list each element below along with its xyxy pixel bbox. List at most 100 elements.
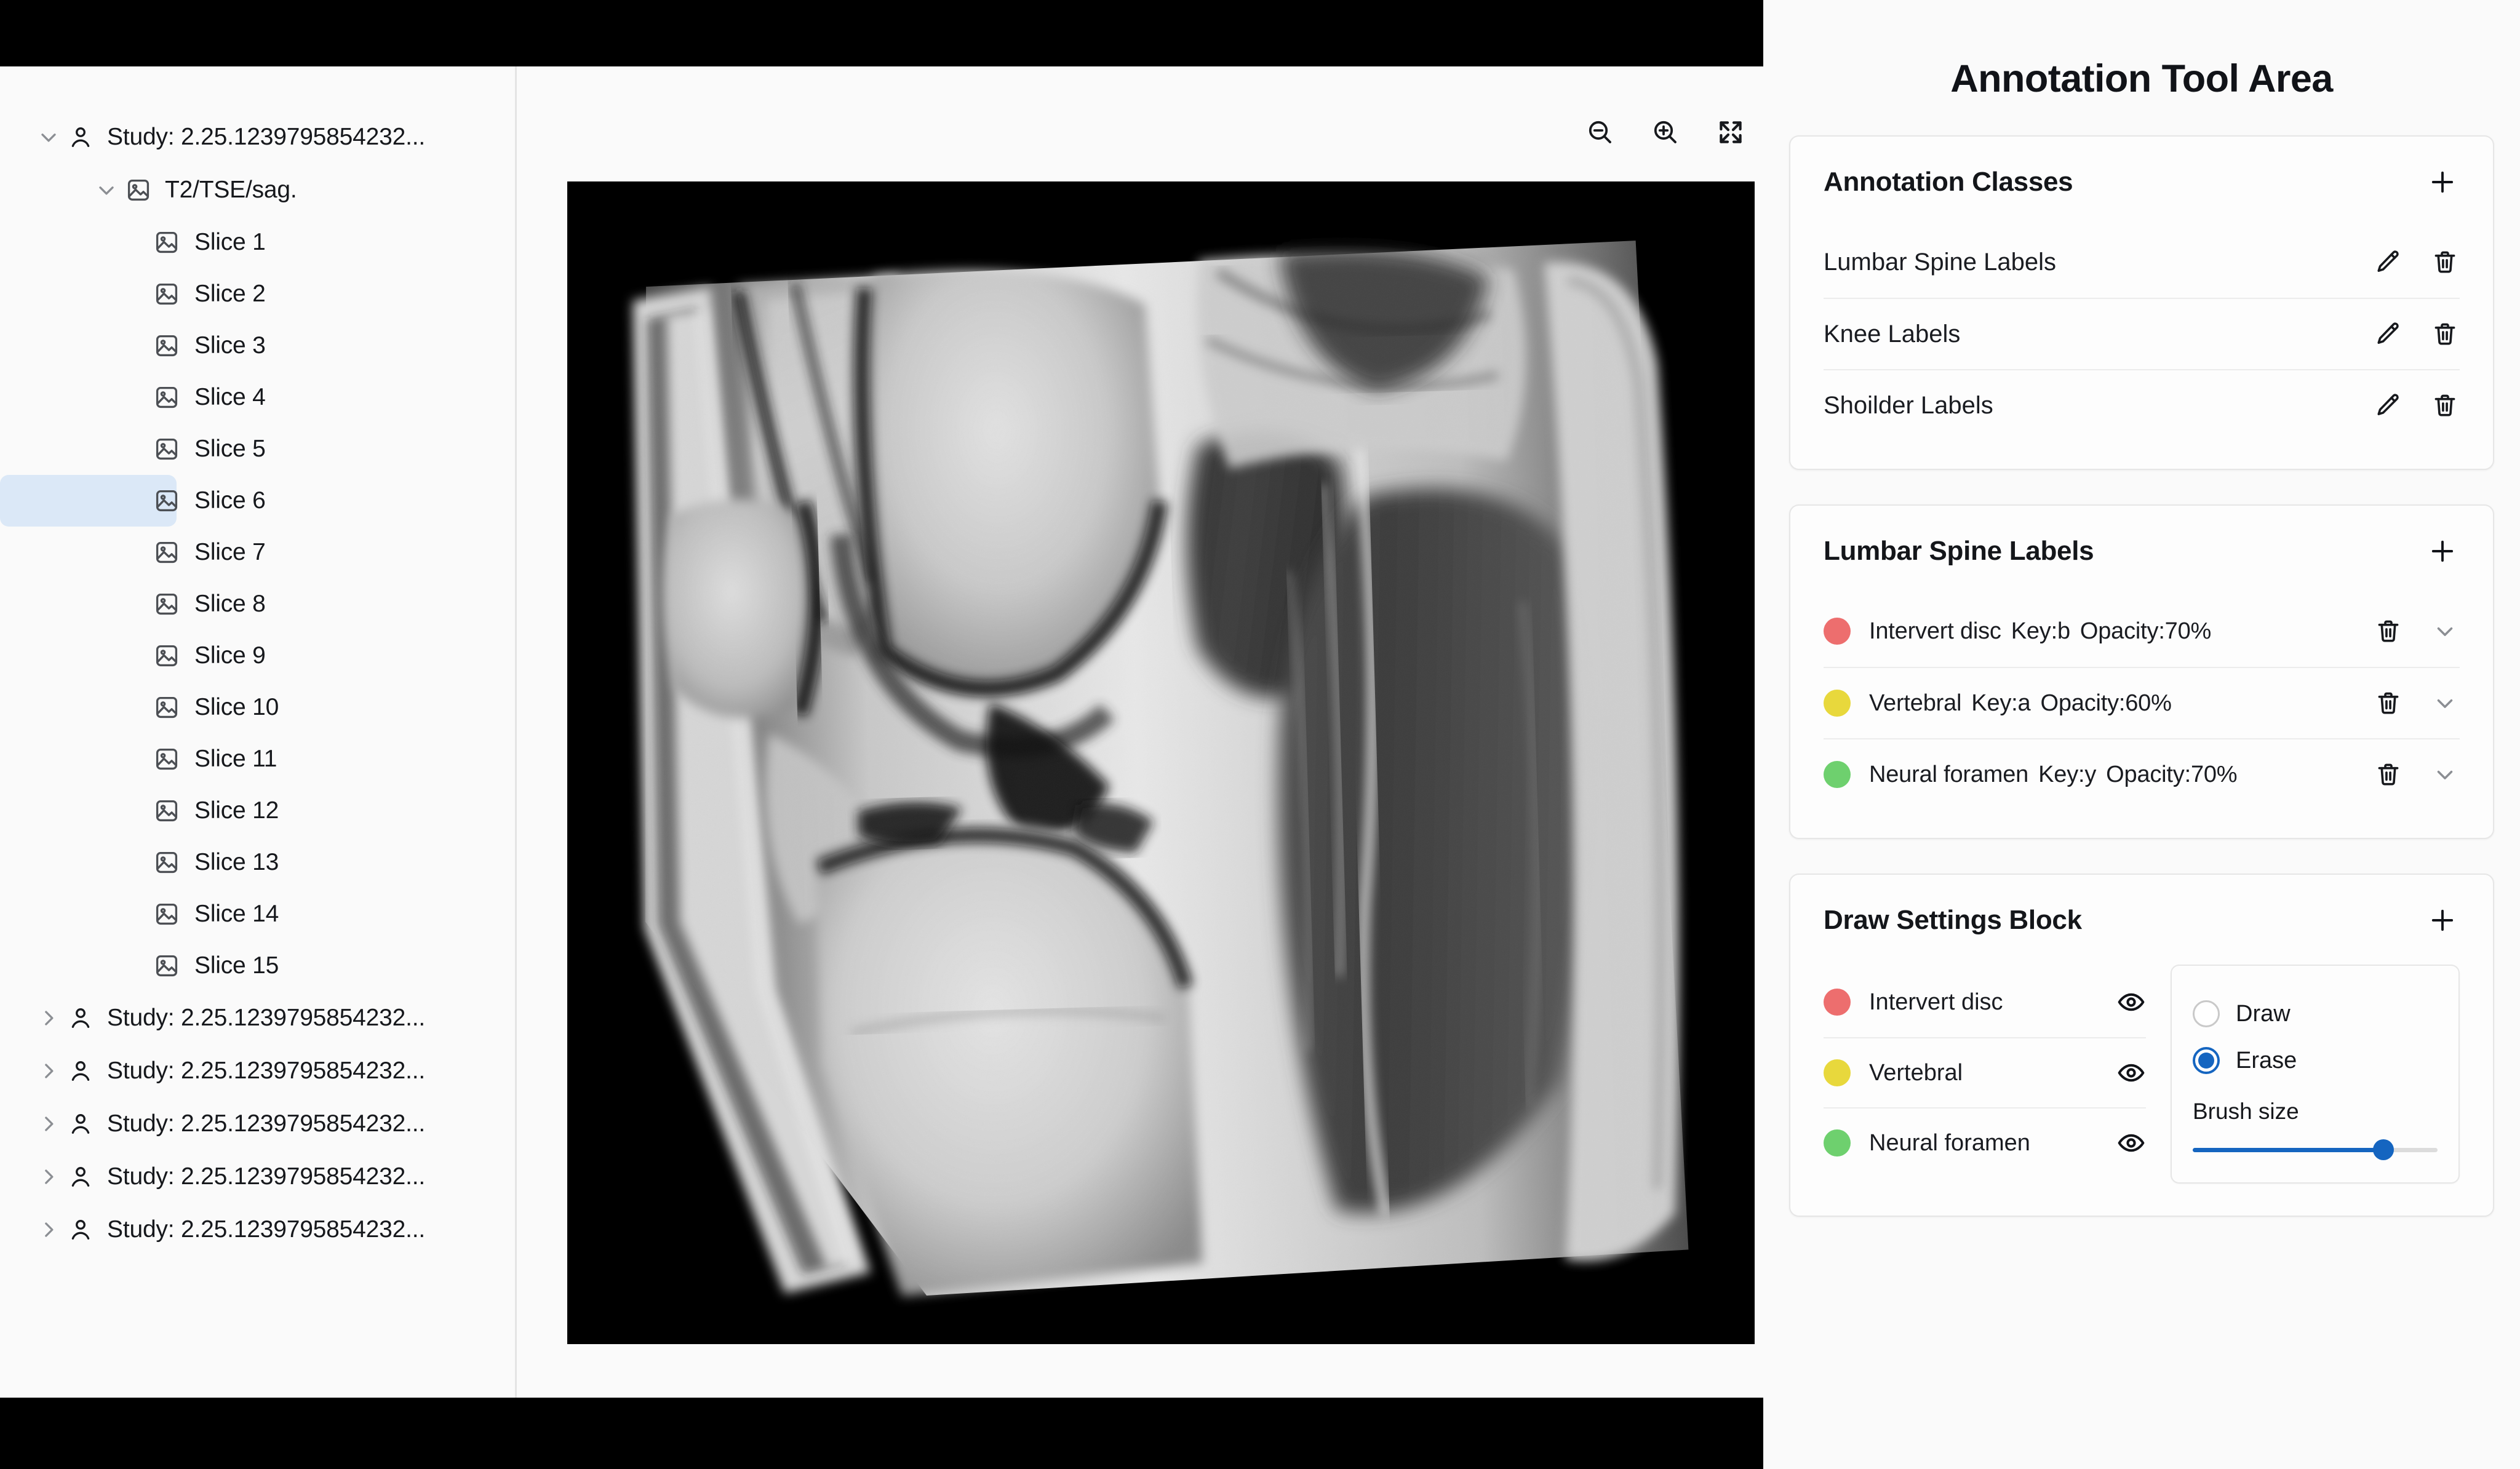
slice-label: Slice 10 — [194, 694, 279, 720]
radio-button[interactable] — [2193, 1047, 2220, 1074]
slice-tree-item[interactable]: Slice 15 — [0, 940, 279, 992]
chevron-right-icon[interactable] — [30, 1059, 68, 1083]
chevron-down-icon[interactable] — [2430, 760, 2460, 789]
chevron-down-icon[interactable] — [87, 178, 126, 202]
delete-icon[interactable] — [2374, 616, 2403, 646]
annotation-class-row[interactable]: Knee Labels — [1824, 298, 2460, 369]
study-tree-item[interactable]: Study: 2.25.1239795854232... — [0, 1203, 515, 1256]
label-key: Key:b — [2011, 618, 2070, 644]
slice-tree-item[interactable]: Slice 13 — [0, 837, 279, 888]
draw-settings-title: Draw Settings Block — [1824, 905, 2082, 935]
slice-label: Slice 13 — [194, 849, 279, 875]
layer-visibility-row[interactable]: Vertebral — [1824, 1037, 2146, 1107]
image-icon — [154, 953, 180, 979]
person-icon — [68, 1005, 94, 1031]
person-icon — [68, 1217, 94, 1243]
slice-tree-item[interactable]: Slice 12 — [0, 785, 279, 837]
label-opacity: Opacity:70% — [2106, 761, 2238, 787]
annotation-class-row[interactable]: Shoilder Labels — [1824, 369, 2460, 440]
label-row[interactable]: Intervert disc Key:b Opacity:70% — [1824, 595, 2460, 667]
image-icon — [154, 281, 180, 307]
slice-tree-item[interactable]: Slice 2 — [0, 268, 266, 320]
radio-button[interactable] — [2193, 1000, 2220, 1027]
study-tree-sidebar: Study: 2.25.1239795854232... T2/TSE/sag.… — [0, 66, 517, 1398]
layer-name: Intervert disc — [1869, 989, 2003, 1015]
chevron-down-icon[interactable] — [30, 125, 68, 149]
annotation-class-name: Lumbar Spine Labels — [1824, 248, 2057, 276]
label-info: Neural foramen Key:y Opacity:70% — [1869, 762, 2374, 788]
study-tree-item[interactable]: Study: 2.25.1239795854232... — [0, 1097, 515, 1150]
zoom-out-icon[interactable] — [1581, 113, 1619, 151]
slice-tree-item[interactable]: Slice 6 — [0, 475, 266, 527]
zoom-in-icon[interactable] — [1646, 113, 1685, 151]
delete-icon[interactable] — [2430, 319, 2460, 349]
layer-visibility-row[interactable]: Intervert disc — [1824, 967, 2146, 1037]
chevron-right-icon[interactable] — [30, 1006, 68, 1030]
delete-icon[interactable] — [2374, 688, 2403, 718]
row-actions — [2374, 247, 2460, 277]
image-icon — [154, 798, 180, 824]
brush-size-label: Brush size — [2193, 1099, 2299, 1124]
slider-thumb[interactable] — [2373, 1139, 2394, 1160]
slice-tree-item[interactable]: Slice 9 — [0, 630, 266, 682]
fullscreen-icon[interactable] — [1712, 113, 1750, 151]
delete-icon[interactable] — [2374, 760, 2403, 789]
draw-mode-option[interactable]: Draw — [2193, 990, 2438, 1037]
row-actions — [2374, 760, 2460, 789]
add-label-button[interactable] — [2425, 534, 2460, 568]
slice-tree-item[interactable]: Slice 8 — [0, 578, 266, 630]
brush-size-slider[interactable] — [2193, 1139, 2438, 1160]
label-group-header: Lumbar Spine Labels — [1824, 506, 2460, 595]
add-draw-setting-button[interactable] — [2425, 903, 2460, 938]
label-row[interactable]: Vertebral Key:a Opacity:60% — [1824, 667, 2460, 738]
slice-label: Slice 9 — [194, 642, 266, 669]
eye-icon[interactable] — [2116, 1128, 2146, 1158]
chevron-down-icon[interactable] — [2430, 616, 2460, 646]
chevron-down-icon[interactable] — [2430, 688, 2460, 718]
draw-mode-label: Draw — [2236, 1000, 2291, 1027]
image-icon — [154, 850, 180, 875]
label-row[interactable]: Neural foramen Key:y Opacity:70% — [1824, 738, 2460, 810]
add-annotation-class-button[interactable] — [2425, 165, 2460, 199]
slice-tree-item[interactable]: Slice 10 — [0, 682, 279, 733]
edit-icon[interactable] — [2374, 391, 2403, 420]
draw-mode-label: Erase — [2236, 1047, 2297, 1073]
row-actions — [2374, 319, 2460, 349]
annotation-class-row[interactable]: Lumbar Spine Labels — [1824, 226, 2460, 298]
study-tree-item[interactable]: Study: 2.25.1239795854232... — [0, 992, 515, 1045]
slice-tree-item[interactable]: Slice 11 — [0, 733, 277, 785]
slice-tree-item[interactable]: Slice 1 — [0, 217, 266, 268]
eye-icon[interactable] — [2116, 1058, 2146, 1088]
delete-icon[interactable] — [2430, 247, 2460, 277]
image-icon — [154, 643, 180, 669]
chevron-right-icon[interactable] — [30, 1112, 68, 1136]
letterbox-top — [0, 0, 1763, 66]
delete-icon[interactable] — [2430, 391, 2460, 420]
slice-label: Slice 8 — [194, 591, 266, 617]
slice-tree-item[interactable]: Slice 5 — [0, 423, 266, 475]
image-icon — [154, 746, 180, 772]
slice-label: Slice 7 — [194, 539, 266, 565]
eye-icon[interactable] — [2116, 987, 2146, 1017]
draw-mode-option[interactable]: Erase — [2193, 1037, 2438, 1084]
chevron-right-icon[interactable] — [30, 1164, 68, 1189]
edit-icon[interactable] — [2374, 247, 2403, 277]
annotation-classes-card: Annotation Classes Lumbar Spine Labels K… — [1789, 135, 2494, 470]
study-tree-item[interactable]: Study: 2.25.1239795854232... — [0, 1045, 515, 1097]
slice-tree-item[interactable]: Slice 7 — [0, 527, 266, 578]
slice-tree-item[interactable]: Slice 14 — [0, 888, 279, 940]
study-tree-item[interactable]: Study: 2.25.1239795854232... — [0, 1150, 515, 1203]
slice-tree-item[interactable]: Slice 3 — [0, 320, 266, 372]
mri-image-canvas[interactable] — [567, 181, 1755, 1344]
slice-label: Slice 5 — [194, 436, 266, 462]
edit-icon[interactable] — [2374, 319, 2403, 349]
layer-visibility-row[interactable]: Neural foramen — [1824, 1107, 2146, 1177]
label-group-title: Lumbar Spine Labels — [1824, 536, 2094, 566]
chevron-right-icon[interactable] — [30, 1217, 68, 1242]
slice-tree-item[interactable]: Slice 4 — [0, 372, 266, 423]
image-icon — [154, 695, 180, 720]
person-icon — [68, 1111, 94, 1137]
study-tree-item[interactable]: Study: 2.25.1239795854232... — [0, 111, 515, 164]
person-icon — [68, 124, 94, 150]
series-tree-item[interactable]: T2/TSE/sag. — [0, 164, 515, 217]
